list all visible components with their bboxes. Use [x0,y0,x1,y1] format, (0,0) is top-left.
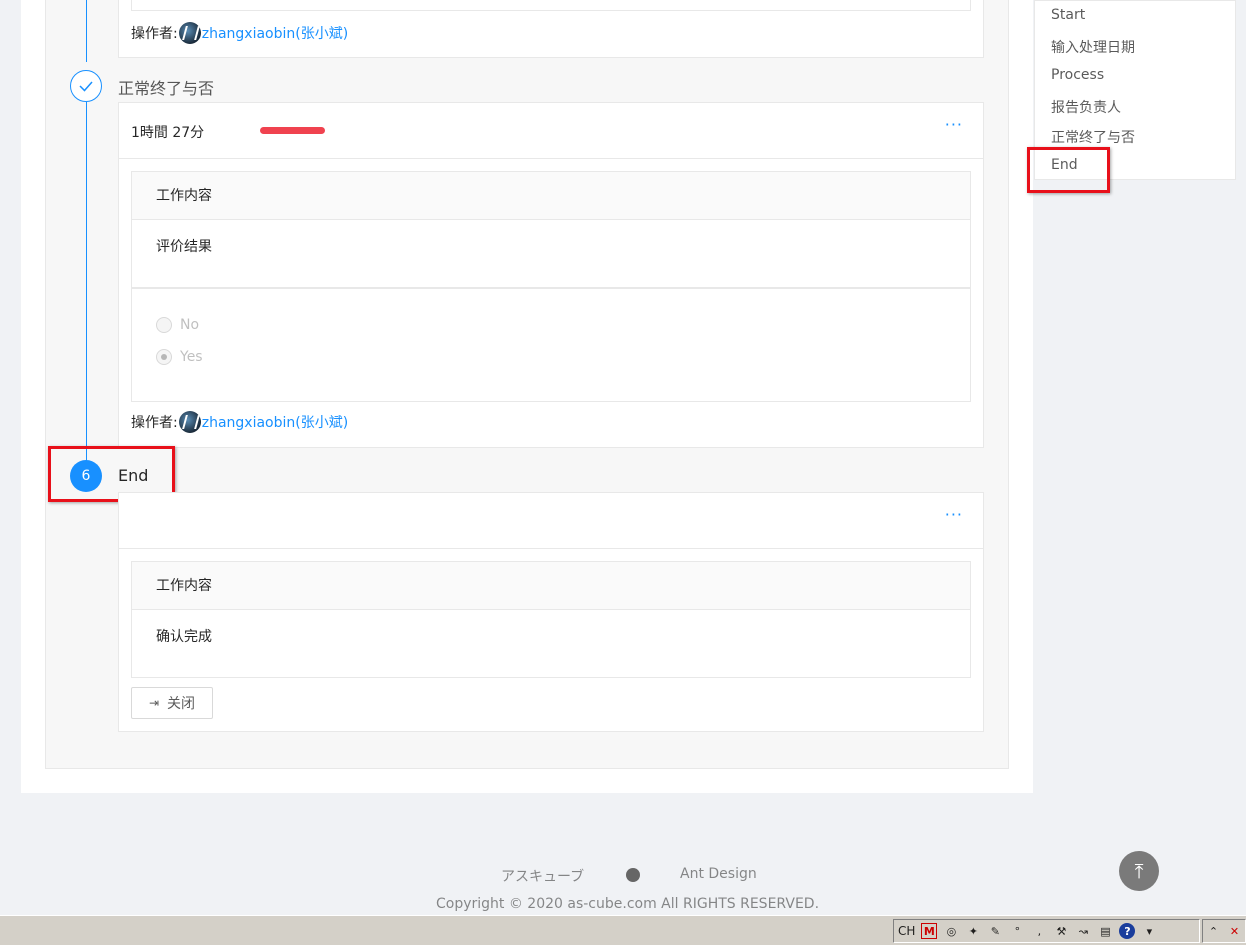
work-content-section: 工作内容 确认完成 [131,561,971,678]
card-header: ··· [119,493,983,549]
radio-option-yes[interactable]: Yes [156,341,946,373]
step-check-icon [70,70,102,102]
tool-icon[interactable]: ⚒ [1053,923,1069,939]
card-header: 1時間 27分 ··· [119,103,983,159]
arrow-icon[interactable]: ↝ [1075,923,1091,939]
work-content-section: 工作内容 评价结果 [131,171,971,288]
step-card: ··· 工作内容 确认完成 ⇥ 关闭 [118,492,984,732]
radio-label: Yes [180,349,203,365]
more-icon[interactable]: ··· [945,115,963,134]
taskbar: CH M ◎ ✦ ✎ ° , ⚒ ↝ ▤ ? ▾ ⌃ ✕ [0,915,1246,945]
anchor-item-report-owner[interactable]: 报告负责人 [1051,97,1121,117]
dot-icon[interactable]: ° [1009,923,1025,939]
section-header: 工作内容 [132,562,970,610]
footer-link-antdesign[interactable]: Ant Design [680,866,757,882]
network-icon[interactable]: ◎ [943,923,959,939]
system-tray: CH M ◎ ✦ ✎ ° , ⚒ ↝ ▤ ? ▾ [893,919,1200,943]
language-indicator[interactable]: CH [898,924,915,938]
operator-user-link[interactable]: zhangxiaobin(张小斌) [202,412,348,432]
highlight-box [1027,147,1110,193]
operator-label: 操作者: [131,26,178,42]
radio-icon [156,317,172,333]
operator-label: 操作者: [131,415,178,431]
redaction-mark [260,127,325,134]
close-button-label: 关闭 [167,696,196,712]
radio-label: No [180,317,200,333]
radio-group: No Yes [131,288,971,402]
menu-icon[interactable]: ▾ [1141,923,1157,939]
timeline-line [86,102,87,462]
radio-option-no[interactable]: No [156,309,946,341]
avatar [178,22,201,44]
more-icon[interactable]: ··· [945,505,963,524]
operator-user-link[interactable]: zhangxiaobin(张小斌) [202,23,348,43]
anchor-item-input-date[interactable]: 输入处理日期 [1051,37,1135,57]
anchor-item-normal-end[interactable]: 正常终了与否 [1051,127,1135,147]
expand-icon[interactable]: ⌃ [1209,925,1218,938]
comma-icon[interactable]: , [1031,923,1047,939]
tray-extra: ⌃ ✕ [1202,919,1246,943]
duration-text: 1時間 27分 [131,125,205,141]
pen-icon[interactable]: ✎ [987,923,1003,939]
operator-row: 操作者: zhangxiaobin(张小斌) [131,411,348,433]
help-icon[interactable]: ? [1119,923,1136,939]
back-to-top-icon[interactable]: ⤒ [1119,851,1159,891]
section-header: 工作内容 [132,172,970,220]
operator-row: 操作者: zhangxiaobin(张小斌) [131,22,348,44]
section-body: 评价结果 [156,239,212,255]
anchor-item-process[interactable]: Process [1051,67,1104,83]
avatar [178,411,201,433]
section-body: 确认完成 [156,629,212,645]
radio-checked-icon [156,349,172,365]
step-title: 正常终了与否 [118,79,215,98]
footer-link-ascube[interactable]: アスキューブ [501,866,584,886]
step-card: 1時間 27分 ··· 工作内容 评价结果 No Yes 操作者: zhangx… [118,102,984,448]
previous-section [131,0,971,11]
ime-icon[interactable]: ✦ [965,923,981,939]
timeline-line [86,0,87,62]
document-icon[interactable]: ▤ [1097,923,1113,939]
m-app-icon[interactable]: M [921,923,938,939]
close-step-icon: ⇥ [148,696,160,710]
close-button[interactable]: ⇥ 关闭 [131,687,213,719]
copyright: Copyright © 2020 as-cube.com All RIGHTS … [436,896,820,912]
volume-muted-icon[interactable]: ✕ [1230,925,1239,938]
anchor-item-start[interactable]: Start [1051,7,1085,23]
previous-step-card: 操作者: zhangxiaobin(张小斌) [118,0,984,58]
